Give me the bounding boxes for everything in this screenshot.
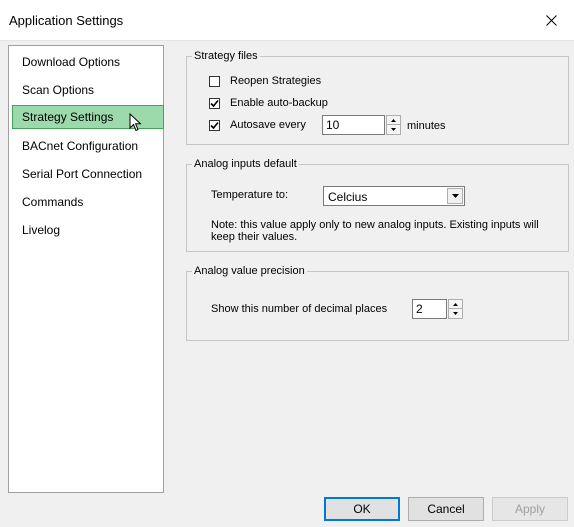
arrow-down-icon xyxy=(391,128,396,131)
close-icon xyxy=(545,14,557,26)
analog-inputs-title: Analog inputs default xyxy=(192,157,299,171)
autosave-checkbox[interactable] xyxy=(209,119,220,131)
settings-nav-list: Download Options Scan Options Strategy S… xyxy=(8,45,164,493)
nav-item-livelog[interactable]: Livelog xyxy=(12,218,160,242)
spin-up-button[interactable] xyxy=(448,299,463,309)
cancel-button[interactable]: Cancel xyxy=(408,497,484,521)
autosave-unit-label: minutes xyxy=(407,120,446,132)
nav-item-serial-port-connection[interactable]: Serial Port Connection xyxy=(12,162,160,186)
analog-precision-title: Analog value precision xyxy=(192,264,307,278)
nav-item-scan-options[interactable]: Scan Options xyxy=(12,78,160,102)
auto-backup-label: Enable auto-backup xyxy=(230,97,328,109)
temperature-select[interactable]: Celcius xyxy=(323,186,465,206)
nav-item-download-options[interactable]: Download Options xyxy=(12,50,160,74)
spin-up-button[interactable] xyxy=(386,115,401,125)
autosave-minutes-input[interactable] xyxy=(323,116,384,134)
chevron-down-icon xyxy=(451,194,459,198)
temperature-select-value: Celcius xyxy=(328,190,368,204)
checkmark-icon xyxy=(210,99,219,107)
checkmark-icon xyxy=(210,121,219,129)
autosave-label: Autosave every xyxy=(230,119,306,131)
auto-backup-checkbox[interactable] xyxy=(209,97,220,109)
decimal-places-input-box xyxy=(412,299,447,319)
dialog-client: Download Options Scan Options Strategy S… xyxy=(0,41,574,527)
ok-button[interactable]: OK xyxy=(324,497,400,521)
title-bar: Application Settings xyxy=(0,0,574,41)
close-button[interactable] xyxy=(528,0,574,40)
nav-item-strategy-settings[interactable]: Strategy Settings xyxy=(12,105,164,129)
temperature-label: Temperature to: xyxy=(211,189,289,201)
reopen-strategies-checkbox[interactable] xyxy=(209,75,220,87)
spin-down-button[interactable] xyxy=(386,125,401,135)
reopen-strategies-label: Reopen Strategies xyxy=(230,75,322,87)
nav-item-bacnet-configuration[interactable]: BACnet Configuration xyxy=(12,134,160,158)
autosave-minutes-input-box xyxy=(322,115,385,135)
arrow-down-icon xyxy=(453,312,458,315)
apply-button[interactable]: Apply xyxy=(492,497,568,521)
reopen-strategies-row: Reopen Strategies xyxy=(209,75,321,87)
dropdown-arrow-button[interactable] xyxy=(447,188,463,204)
decimal-places-label: Show this number of decimal places xyxy=(211,303,388,315)
strategy-files-title: Strategy files xyxy=(192,49,260,63)
analog-precision-group: Analog value precision Show this number … xyxy=(186,264,569,341)
decimal-places-spinner xyxy=(448,299,463,319)
spin-down-button[interactable] xyxy=(448,309,463,319)
arrow-up-icon xyxy=(391,118,396,122)
window-title: Application Settings xyxy=(9,13,124,28)
autosave-minutes-spinner xyxy=(386,115,401,135)
nav-item-commands[interactable]: Commands xyxy=(12,190,160,214)
analog-inputs-note: Note: this value apply only to new analo… xyxy=(211,219,539,243)
autosave-row: Autosave every xyxy=(209,119,306,131)
strategy-files-group: Strategy files Reopen Strategies Enable … xyxy=(186,49,569,145)
auto-backup-row: Enable auto-backup xyxy=(209,97,328,109)
arrow-up-icon xyxy=(453,302,458,306)
analog-inputs-group: Analog inputs default Temperature to: Ce… xyxy=(186,157,569,252)
decimal-places-input[interactable] xyxy=(413,300,446,318)
